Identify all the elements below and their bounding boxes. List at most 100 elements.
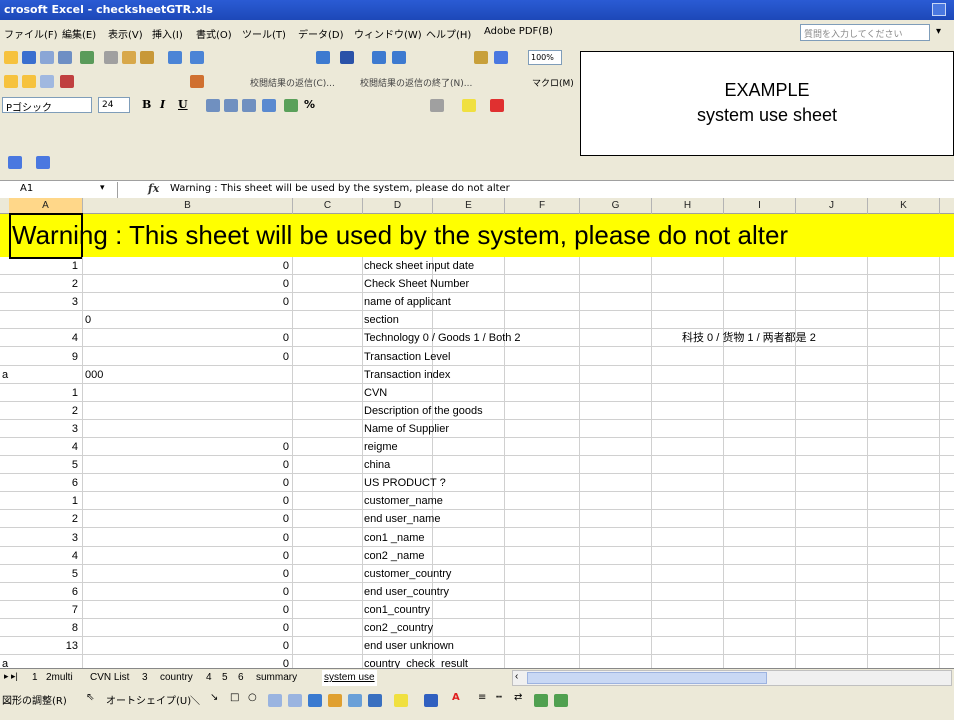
chevron-down-icon[interactable]: ▾ (100, 183, 105, 193)
sheet-tab-cvn-list[interactable]: CVN List (88, 670, 131, 686)
cell-d[interactable]: country_check_result (364, 655, 468, 668)
3d-icon[interactable] (554, 694, 568, 707)
cell-b[interactable]: 0 (83, 655, 291, 668)
undo-icon[interactable] (168, 51, 182, 64)
cell-a[interactable]: 2 (0, 510, 80, 528)
cell-d[interactable]: end user unknown (364, 637, 454, 655)
cell-b[interactable]: 0 (83, 311, 291, 329)
help-search-input[interactable]: 質問を入力してください (800, 24, 930, 41)
cell-d[interactable]: china (364, 456, 390, 474)
menu-window[interactable]: ウィンドウ(W) (354, 26, 422, 41)
cell-a[interactable]: a (0, 366, 80, 384)
warning-cell[interactable]: Warning : This sheet will be used by the… (0, 214, 954, 257)
column-header-f[interactable]: F (505, 198, 580, 214)
cell-a[interactable]: 7 (0, 601, 80, 619)
cell-b[interactable]: 0 (83, 348, 291, 366)
line-icon[interactable]: ＼ (190, 692, 200, 707)
draw-menu[interactable]: 図形の調整(R) (2, 692, 67, 707)
redo-icon[interactable] (190, 51, 204, 64)
align-right-icon[interactable] (242, 99, 256, 112)
cell-d[interactable]: con1_country (364, 601, 430, 619)
cell-b[interactable]: 0 (83, 438, 291, 456)
font-color-icon[interactable] (490, 99, 504, 112)
column-header-e[interactable]: E (433, 198, 505, 214)
cell-a[interactable]: 1 (0, 492, 80, 510)
cell-a[interactable]: 4 (0, 547, 80, 565)
column-header-c[interactable]: C (293, 198, 363, 214)
track-icon[interactable] (60, 75, 74, 88)
scroll-left-icon[interactable]: ‹ (515, 671, 518, 682)
autoshape-menu[interactable]: オートシェイプ(U) (106, 692, 191, 707)
arrow-style-icon[interactable]: ⇄ (514, 692, 522, 703)
hyperlink-icon[interactable] (316, 51, 330, 64)
textbox-icon[interactable] (268, 694, 282, 707)
cell-d[interactable]: Name of Supplier (364, 420, 449, 438)
cell-d[interactable]: Description of the goods (364, 402, 483, 420)
font-name-select[interactable]: Pゴシック (2, 97, 92, 114)
underline-button[interactable]: U (178, 98, 188, 111)
preview-icon[interactable] (58, 51, 72, 64)
cell-b[interactable]: 0 (83, 257, 291, 275)
vertical-textbox-icon[interactable] (288, 694, 302, 707)
cell-a[interactable]: 9 (0, 348, 80, 366)
cell-a[interactable]: 2 (0, 275, 80, 293)
sheet-tab-5[interactable]: 5 (220, 670, 230, 686)
drawing-icon[interactable] (494, 51, 508, 64)
clipart-icon[interactable] (348, 694, 362, 707)
cell-d[interactable]: con1 _name (364, 529, 425, 547)
cell-a[interactable]: a (0, 655, 80, 668)
diagram-icon[interactable] (328, 694, 342, 707)
comment-icon[interactable] (4, 75, 18, 88)
cell-b[interactable]: 0 (83, 619, 291, 637)
cell-b[interactable]: 0 (83, 293, 291, 311)
sheet-tab-country[interactable]: country (158, 670, 195, 686)
cell-b[interactable]: 0 (83, 456, 291, 474)
cell-d[interactable]: check sheet input date (364, 257, 474, 275)
cell-a[interactable]: 4 (0, 438, 80, 456)
comment-next-icon[interactable] (22, 75, 36, 88)
menu-format[interactable]: 書式(O) (196, 26, 232, 41)
cell-b[interactable]: 0 (83, 510, 291, 528)
cell-d[interactable]: end user_name (364, 510, 440, 528)
italic-button[interactable]: I (160, 98, 165, 111)
sort-desc-icon[interactable] (392, 51, 406, 64)
paste-icon[interactable] (140, 51, 154, 64)
picture-icon[interactable] (368, 694, 382, 707)
column-header-h[interactable]: H (652, 198, 724, 214)
menu-view[interactable]: 表示(V) (108, 26, 143, 41)
cell-b[interactable]: 0 (83, 583, 291, 601)
currency-icon[interactable] (284, 99, 298, 112)
cell-d[interactable]: name of applicant (364, 293, 451, 311)
cell-a[interactable]: 1 (0, 257, 80, 275)
cell-b[interactable]: 0 (83, 637, 291, 655)
column-header-d[interactable]: D (363, 198, 433, 214)
macro-menu[interactable]: マクロ(M) (532, 76, 574, 89)
cell-d[interactable]: Transaction Level (364, 348, 450, 366)
cell-b[interactable]: 0 (83, 601, 291, 619)
chart-icon[interactable] (474, 51, 488, 64)
review-reply-link[interactable]: 校閲結果の返信(C)... (250, 76, 335, 89)
mail-icon[interactable] (190, 75, 204, 88)
column-header-b[interactable]: B (83, 198, 293, 214)
toolbar-handle-icon[interactable] (8, 156, 22, 169)
sheet-tab-4[interactable]: 4 (204, 670, 214, 686)
formula-input[interactable]: Warning : This sheet will be used by the… (170, 183, 510, 194)
menu-file[interactable]: ファイル(F) (4, 26, 58, 41)
cell-b[interactable]: 000 (83, 366, 291, 384)
cell-a[interactable]: 3 (0, 293, 80, 311)
review-end-link[interactable]: 校閲結果の返信の終了(N)... (360, 76, 472, 89)
cell-d[interactable]: con2 _name (364, 547, 425, 565)
bold-button[interactable]: B (142, 98, 151, 111)
cell-d[interactable]: reigme (364, 438, 398, 456)
column-header-a[interactable]: A (9, 198, 83, 214)
cell-b[interactable]: 0 (83, 275, 291, 293)
cell-d[interactable]: customer_name (364, 492, 443, 510)
dash-style-icon[interactable]: ┅ (496, 692, 502, 703)
sheet-tab-system-use[interactable]: system use (322, 670, 377, 686)
cell-a[interactable]: 8 (0, 619, 80, 637)
autosum-icon[interactable] (340, 51, 354, 64)
fill-color-icon[interactable] (462, 99, 476, 112)
cell-h[interactable]: 科技 0 / 货物 1 / 两者都是 2 (682, 329, 816, 347)
print-icon[interactable] (40, 51, 54, 64)
merge-center-icon[interactable] (262, 99, 276, 112)
